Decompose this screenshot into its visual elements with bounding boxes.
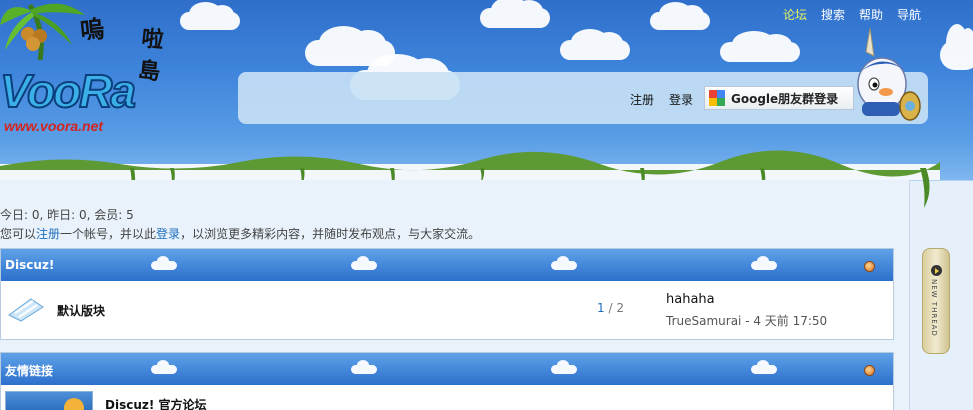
category-title[interactable]: Discuz! (5, 258, 54, 272)
last-post-time: - 4 天前 17:50 (741, 314, 828, 328)
logo-chinese-title: 嗚 (78, 14, 106, 46)
sky-cloud (650, 2, 710, 30)
new-thread-label: NEW THREAD (930, 279, 938, 337)
last-post-title-link[interactable]: hahaha (666, 292, 715, 307)
last-post-meta: TrueSamurai - 4 天前 17:50 (666, 312, 827, 329)
collapse-toggle-icon[interactable] (864, 365, 875, 376)
register-link[interactable]: 注册 (630, 91, 654, 108)
google-login-label: Google朋友群登录 (731, 91, 839, 106)
welcome-suffix: ，以浏览更多精彩内容，并随时发布观点，与大家交流。 (180, 227, 481, 241)
new-thread-side-tab[interactable]: NEW THREAD (922, 248, 950, 354)
google-friend-connect-button[interactable]: Google朋友群登录 (704, 86, 854, 110)
welcome-message: 您可以注册一个帐号，并以此登录，以浏览更多精彩内容，并随时发布观点，与大家交流。 (0, 225, 480, 242)
sky-cloud (940, 23, 973, 70)
sky-cloud (560, 29, 630, 60)
nav-item-navigation[interactable]: 导航 (897, 6, 921, 23)
category-links: 友情链接 Discuz! 官方论坛 (0, 352, 894, 410)
forum-count-separator: / (604, 301, 617, 315)
friend-link-logo[interactable] (5, 391, 93, 410)
nav-item-search[interactable]: 搜索 (821, 6, 845, 23)
forum-status-icon (8, 298, 44, 322)
welcome-register-link[interactable]: 注册 (36, 227, 60, 241)
friend-link-name[interactable]: Discuz! 官方论坛 (105, 396, 207, 410)
login-link[interactable]: 登录 (669, 91, 693, 108)
top-navigation: 论坛 搜索 帮助 导航 (783, 6, 921, 23)
forum-thread-count: 1 (597, 301, 605, 315)
logo-url: www.voora.net (4, 118, 104, 134)
forum-name-link[interactable]: 默认版块 (57, 302, 105, 319)
sky-cloud (720, 31, 800, 62)
google-friend-connect-icon (709, 90, 725, 106)
forum-row: 默认版块 1 / 2 hahaha TrueSamurai - 4 天前 17:… (1, 281, 893, 337)
site-logo[interactable]: 嗚 啦島 VooRa www.voora.net (0, 0, 175, 150)
welcome-login-link[interactable]: 登录 (156, 227, 180, 241)
mascot-character-icon (857, 27, 921, 121)
forum-stats: 今日: 0, 昨日: 0, 会员: 5 (0, 208, 134, 222)
play-arrow-icon (931, 265, 942, 276)
forum-counts: 1 / 2 (597, 301, 624, 315)
nav-item-help[interactable]: 帮助 (859, 6, 883, 23)
forum-post-count: 2 (616, 301, 624, 315)
category-title[interactable]: 友情链接 (5, 362, 53, 379)
category-header: Discuz! (1, 249, 893, 281)
nav-item-forum[interactable]: 论坛 (783, 6, 807, 23)
logo-chinese-title-2: 啦島 (136, 26, 165, 86)
category-discuz: Discuz! 默认版块 1 / 2 hahaha TrueSamurai - … (0, 248, 894, 340)
collapse-toggle-icon[interactable] (864, 261, 875, 272)
welcome-middle: 一个帐号，并以此 (60, 227, 157, 241)
logo-wordmark: VooRa (0, 64, 137, 118)
last-post-author-link[interactable]: TrueSamurai (666, 314, 741, 328)
category-header: 友情链接 (1, 353, 893, 385)
sky-cloud (180, 2, 240, 30)
welcome-prefix: 您可以 (0, 227, 37, 241)
friend-link-row: Discuz! 官方论坛 (1, 385, 893, 410)
sky-cloud (480, 0, 550, 28)
